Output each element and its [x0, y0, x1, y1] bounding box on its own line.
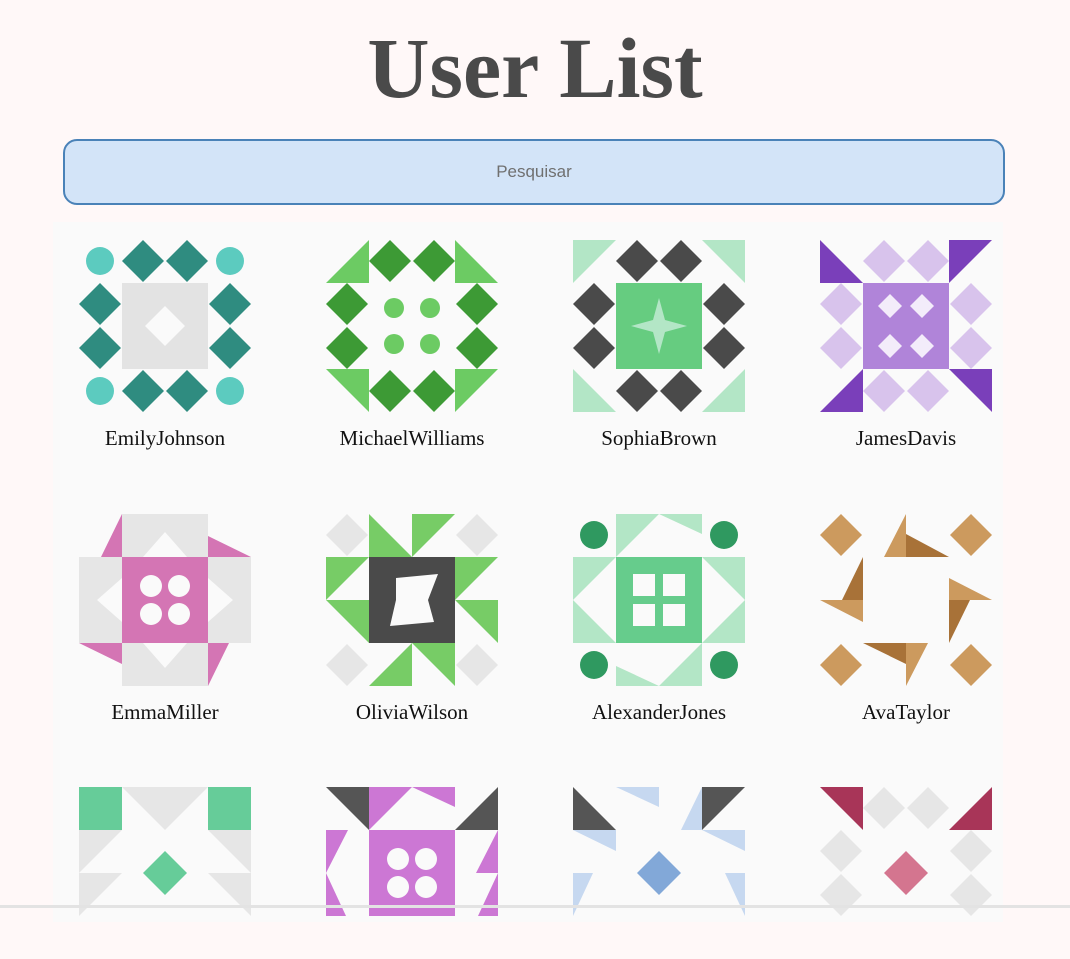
search-input[interactable]	[63, 139, 1005, 205]
quilt-blue-avatar	[573, 787, 745, 916]
quilt-pink-avatar	[79, 514, 251, 686]
user-card[interactable]	[312, 787, 512, 959]
quilt-purple-avatar	[820, 240, 992, 412]
quilt-seafoam-avatar	[79, 787, 251, 916]
user-name: OliviaWilson	[355, 700, 469, 724]
user-card[interactable]: EmilyJohnson	[65, 240, 265, 450]
user-card[interactable]	[559, 787, 759, 959]
user-card[interactable]: SophiaBrown	[559, 240, 759, 450]
quilt-green-avatar	[326, 240, 498, 412]
quilt-crimson-avatar	[820, 787, 992, 916]
quilt-orchid-avatar	[326, 787, 498, 916]
user-card[interactable]: OliviaWilson	[312, 514, 512, 724]
user-card[interactable]	[65, 787, 265, 959]
quilt-mint-avatar	[573, 240, 745, 412]
user-card[interactable]: MichaelWilliams	[312, 240, 512, 450]
user-card[interactable]: JamesDavis	[806, 240, 1006, 450]
user-name: AlexanderJones	[591, 700, 727, 724]
user-name: AvaTaylor	[862, 700, 950, 724]
user-card[interactable]: EmmaMiller	[65, 514, 265, 724]
user-name: EmmaMiller	[111, 700, 219, 724]
user-grid: EmilyJohnson MichaelWilliams SophiaBrown…	[53, 222, 1003, 922]
user-name: MichaelWilliams	[339, 426, 485, 450]
user-name: SophiaBrown	[601, 426, 717, 450]
quilt-lime-avatar	[326, 514, 498, 686]
user-name: JamesDavis	[855, 426, 957, 450]
quilt-tan-avatar	[820, 514, 992, 686]
user-card[interactable]	[806, 787, 1006, 959]
user-card[interactable]: AvaTaylor	[806, 514, 1006, 724]
user-name: EmilyJohnson	[104, 426, 226, 450]
page-title: User List	[367, 20, 703, 116]
user-card[interactable]: AlexanderJones	[559, 514, 759, 724]
quilt-teal-avatar	[79, 240, 251, 412]
quilt-emerald-avatar	[573, 514, 745, 686]
